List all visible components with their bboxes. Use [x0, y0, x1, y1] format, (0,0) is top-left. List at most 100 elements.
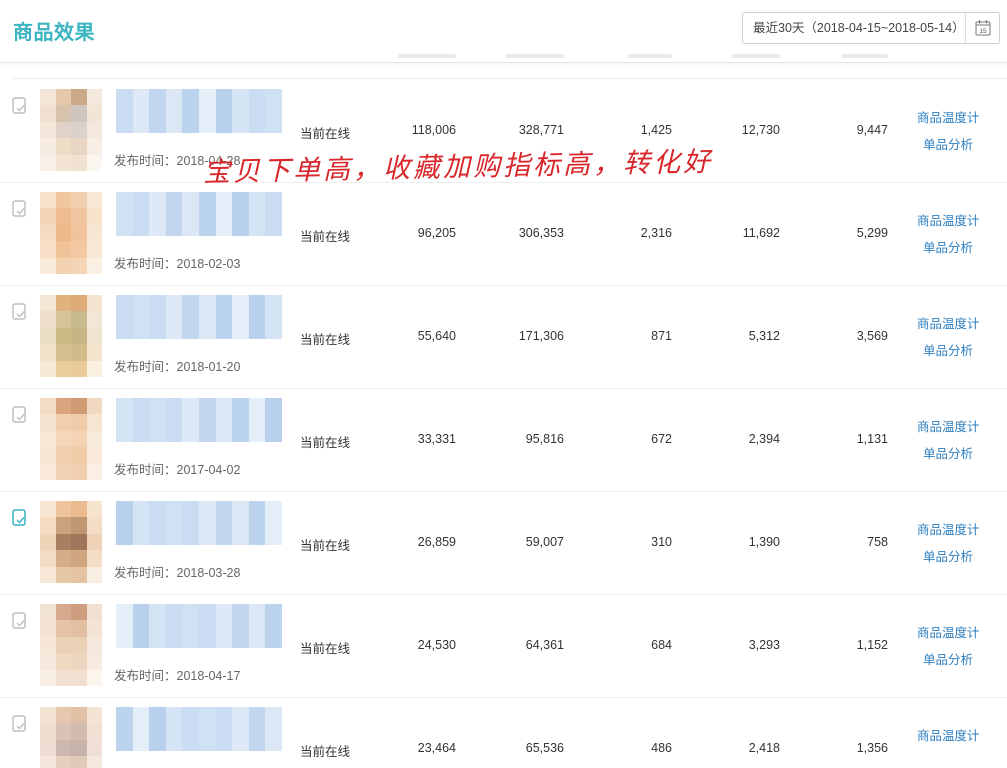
- title-pixel: [232, 118, 249, 133]
- title-pixel: [182, 309, 199, 325]
- product-thumbnail[interactable]: [40, 89, 102, 171]
- row-select-icon[interactable]: [12, 97, 26, 115]
- column-header-ghost: [628, 54, 672, 58]
- thumbnail-pixel: [40, 533, 56, 551]
- thumbnail-pixel: [40, 604, 56, 621]
- title-pixel: [182, 192, 199, 207]
- product-performance-page: 商品效果 最近30天（2018-04-15~2018-05-14） 15 发布时…: [0, 0, 1007, 768]
- title-pixel: [248, 295, 266, 310]
- column-header-ghost: [732, 54, 780, 58]
- product-title-blurred[interactable]: [116, 89, 282, 133]
- product-title-blurred[interactable]: [116, 398, 282, 442]
- title-pixel: [232, 206, 249, 222]
- thumbnail-pixel: [55, 636, 71, 654]
- product-title-blurred[interactable]: [116, 192, 282, 236]
- thumbnail-pixel: [71, 138, 87, 155]
- product-thumbnail[interactable]: [40, 707, 102, 768]
- thumbnail-pixel: [71, 224, 87, 242]
- thumbnail-pixel: [55, 360, 71, 377]
- metric-value-3: 684: [651, 638, 672, 652]
- single-item-analysis-link[interactable]: 单品分析: [923, 237, 973, 256]
- title-pixel: [165, 736, 183, 751]
- product-thermometer-link[interactable]: 商品温度计: [917, 313, 980, 332]
- title-pixel: [232, 309, 249, 325]
- product-thermometer-link[interactable]: 商品温度计: [917, 107, 980, 126]
- column-header-ghost: [842, 54, 888, 58]
- product-thermometer-link[interactable]: 商品温度计: [917, 519, 980, 538]
- title-pixel: [215, 309, 233, 325]
- product-thumbnail[interactable]: [40, 398, 102, 480]
- title-pixel: [132, 530, 150, 545]
- product-thermometer-link[interactable]: 商品温度计: [917, 416, 980, 435]
- single-item-analysis-link[interactable]: 单品分析: [923, 340, 973, 359]
- single-item-analysis-link[interactable]: 单品分析: [923, 443, 973, 462]
- title-pixel: [199, 309, 216, 325]
- thumbnail-pixel: [55, 414, 71, 431]
- row-select-icon[interactable]: [12, 406, 26, 424]
- thumbnail-pixel: [55, 327, 71, 345]
- metric-value-2: 306,353: [518, 226, 564, 240]
- product-title-blurred[interactable]: [116, 707, 282, 751]
- title-pixel: [232, 633, 249, 648]
- product-thumbnail[interactable]: [40, 295, 102, 377]
- product-thumbnail[interactable]: [40, 604, 102, 686]
- title-pixel: [248, 309, 266, 325]
- thumbnail-pixel: [86, 257, 102, 274]
- title-pixel: [116, 206, 133, 222]
- title-pixel: [165, 309, 183, 325]
- title-pixel: [116, 427, 133, 442]
- thumbnail-pixel: [86, 566, 102, 583]
- title-pixel: [165, 192, 183, 207]
- thumbnail-pixel: [55, 723, 71, 740]
- title-pixel: [182, 427, 199, 442]
- date-range-picker[interactable]: 最近30天（2018-04-15~2018-05-14） 15: [742, 12, 1000, 44]
- thumbnail-pixel: [40, 398, 56, 415]
- thumbnail-pixel: [40, 723, 56, 740]
- metric-value-4: 5,312: [748, 329, 780, 343]
- product-thumbnail[interactable]: [40, 192, 102, 274]
- title-pixel: [265, 721, 282, 737]
- title-pixel: [132, 515, 150, 531]
- title-pixel: [132, 604, 150, 619]
- product-title-blurred[interactable]: [116, 501, 282, 545]
- title-pixel: [232, 295, 249, 310]
- title-pixel: [248, 206, 266, 222]
- thumbnail-pixel: [86, 669, 102, 686]
- thumbnail-pixel: [55, 295, 71, 312]
- title-pixel: [116, 221, 133, 236]
- title-pixel: [165, 618, 183, 634]
- thumbnail-pixel: [86, 533, 102, 551]
- title-pixel: [199, 707, 216, 722]
- title-pixel: [199, 721, 216, 737]
- single-item-analysis-link[interactable]: 单品分析: [923, 134, 973, 153]
- calendar-icon[interactable]: 15: [975, 19, 991, 36]
- thumbnail-pixel: [86, 224, 102, 242]
- product-thermometer-link[interactable]: 商品温度计: [917, 210, 980, 229]
- thumbnail-pixel: [86, 327, 102, 345]
- product-title-blurred[interactable]: [116, 604, 282, 648]
- row-select-icon[interactable]: [12, 200, 26, 218]
- single-item-analysis-link[interactable]: 单品分析: [923, 649, 973, 668]
- thumbnail-pixel: [86, 430, 102, 448]
- title-pixel: [165, 721, 183, 737]
- thumbnail-pixel: [40, 463, 56, 480]
- thumbnail-pixel: [86, 208, 102, 225]
- product-thumbnail[interactable]: [40, 501, 102, 583]
- thumbnail-pixel: [86, 447, 102, 464]
- title-pixel: [199, 736, 216, 751]
- thumbnail-pixel: [86, 739, 102, 757]
- title-pixel: [132, 736, 150, 751]
- single-item-analysis-link[interactable]: 单品分析: [923, 546, 973, 565]
- title-pixel: [182, 736, 199, 751]
- product-thermometer-link[interactable]: 商品温度计: [917, 622, 980, 641]
- row-select-icon[interactable]: [12, 509, 26, 527]
- title-pixel: [265, 633, 282, 648]
- row-select-icon[interactable]: [12, 303, 26, 321]
- product-thermometer-link[interactable]: 商品温度计: [917, 725, 980, 744]
- product-title-blurred[interactable]: [116, 295, 282, 339]
- table-row: 当前在线 23,464 65,536 486 2,418 1,356 商品温度计: [0, 698, 1007, 768]
- row-select-icon[interactable]: [12, 612, 26, 630]
- metric-value-1: 55,640: [417, 329, 456, 343]
- row-select-icon[interactable]: [12, 715, 26, 733]
- title-pixel: [215, 206, 233, 222]
